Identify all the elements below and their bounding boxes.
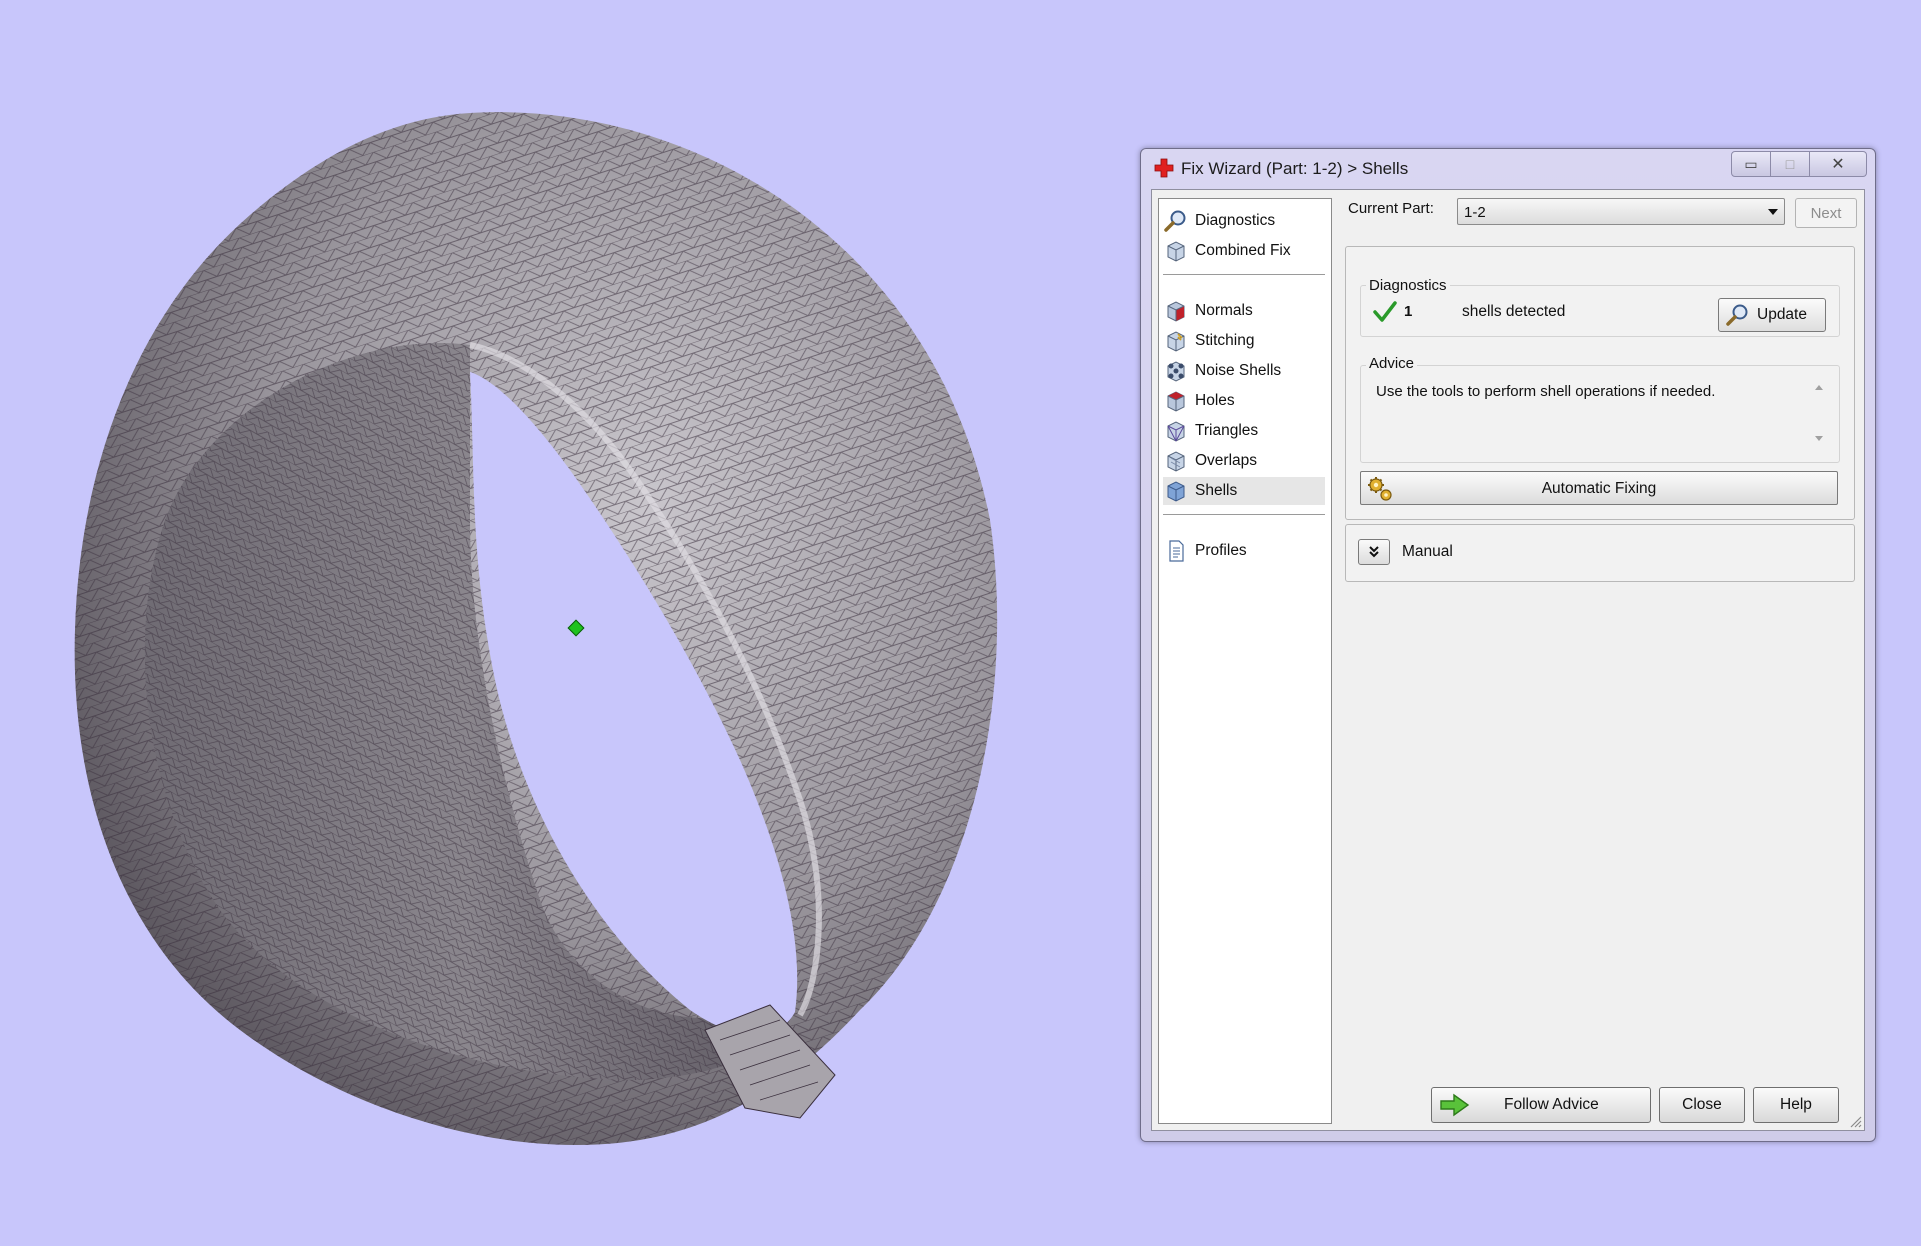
close-button[interactable]: Close	[1659, 1087, 1745, 1123]
minimize-button[interactable]: ▭	[1731, 151, 1771, 177]
current-part-value: 1-2	[1464, 204, 1486, 221]
nav-label-normals: Normals	[1195, 302, 1253, 319]
nav-label-combined-fix: Combined Fix	[1195, 242, 1291, 259]
current-part-select[interactable]: 1-2	[1457, 198, 1785, 225]
nav-item-noise-shells[interactable]: Noise Shells	[1163, 357, 1325, 385]
advice-text: Use the tools to perform shell operation…	[1376, 383, 1716, 400]
maximize-button[interactable]: □	[1771, 151, 1810, 177]
magnifier-icon	[1726, 304, 1748, 326]
advice-scrollbar[interactable]	[1810, 379, 1828, 447]
shell-count: 1	[1404, 303, 1413, 320]
automatic-fixing-button[interactable]: Automatic Fixing	[1360, 471, 1838, 505]
normals-cube-icon	[1167, 301, 1185, 322]
noise-shells-icon	[1167, 361, 1185, 382]
resize-grip-icon[interactable]	[1848, 1114, 1862, 1128]
diagnostics-title: Diagnostics	[1366, 277, 1450, 294]
nav-label-diagnostics: Diagnostics	[1195, 212, 1276, 229]
dropdown-arrow-icon	[1768, 209, 1778, 215]
manual-panel: Manual	[1345, 524, 1855, 582]
next-button[interactable]: Next	[1795, 198, 1857, 228]
nav-item-triangles[interactable]: Triangles	[1163, 417, 1325, 445]
nav-label-noise-shells: Noise Shells	[1195, 362, 1282, 379]
wizard-nav: Diagnostics Combined Fix Normals Stitchi…	[1158, 198, 1332, 1124]
nav-item-profiles[interactable]: Profiles	[1163, 537, 1325, 565]
ring-mesh	[74, 112, 998, 1146]
current-part-label: Current Part:	[1348, 200, 1434, 217]
nav-label-shells: Shells	[1195, 482, 1238, 499]
scroll-up-icon[interactable]	[1815, 385, 1823, 390]
help-button[interactable]: Help	[1753, 1087, 1839, 1123]
nav-item-combined-fix[interactable]: Combined Fix	[1163, 237, 1325, 265]
update-button[interactable]: Update	[1718, 298, 1826, 332]
manual-label: Manual	[1402, 543, 1453, 560]
update-label: Update	[1757, 306, 1807, 323]
nav-label-holes: Holes	[1195, 392, 1235, 409]
advice-group	[1360, 365, 1840, 463]
title-bar[interactable]: Fix Wizard (Part: 1-2) > Shells ▭ □ ✕	[1141, 149, 1875, 189]
document-icon	[1169, 540, 1184, 562]
shells-panel: Diagnostics 1 shells detected Update Adv…	[1345, 246, 1855, 520]
wizard-client-area: Diagnostics Combined Fix Normals Stitchi…	[1151, 189, 1865, 1131]
nav-item-diagnostics[interactable]: Diagnostics	[1163, 207, 1325, 235]
nav-label-overlaps: Overlaps	[1195, 452, 1258, 469]
nav-label-stitching: Stitching	[1195, 332, 1255, 349]
magnifier-icon	[1164, 210, 1186, 232]
window-controls: ▭ □ ✕	[1731, 151, 1867, 177]
shells-detected-text: shells detected	[1462, 303, 1566, 320]
follow-advice-label: Follow Advice	[1504, 1096, 1599, 1113]
stitching-cube-icon	[1167, 331, 1185, 352]
nav-item-overlaps[interactable]: Overlaps	[1163, 447, 1325, 475]
overlaps-cube-icon	[1167, 451, 1185, 472]
advice-title: Advice	[1366, 355, 1418, 372]
checkmark-icon	[1373, 301, 1397, 322]
fix-wizard-window: Fix Wizard (Part: 1-2) > Shells ▭ □ ✕ Di…	[1140, 148, 1876, 1142]
red-cross-icon	[1154, 158, 1174, 178]
manual-expand-button[interactable]	[1358, 539, 1390, 565]
nav-item-stitching[interactable]: Stitching	[1163, 327, 1325, 355]
window-title: Fix Wizard (Part: 1-2) > Shells	[1181, 159, 1409, 178]
nav-label-profiles: Profiles	[1195, 542, 1247, 559]
shells-cube-icon	[1167, 481, 1185, 502]
holes-cube-icon	[1167, 391, 1185, 412]
nav-separator	[1163, 274, 1325, 275]
follow-advice-button[interactable]: Follow Advice	[1431, 1087, 1651, 1123]
cube-icon	[1167, 241, 1185, 262]
triangles-cube-icon	[1167, 421, 1185, 442]
nav-item-holes[interactable]: Holes	[1163, 387, 1325, 415]
close-window-button[interactable]: ✕	[1810, 151, 1867, 177]
double-chevron-down-icon	[1369, 546, 1379, 558]
scroll-down-icon[interactable]	[1815, 436, 1823, 441]
automatic-fixing-label: Automatic Fixing	[1541, 480, 1657, 497]
nav-label-triangles: Triangles	[1195, 422, 1259, 439]
nav-separator	[1163, 514, 1325, 515]
green-arrow-icon	[1440, 1093, 1470, 1117]
nav-item-shells[interactable]: Shells	[1163, 477, 1325, 505]
nav-item-normals[interactable]: Normals	[1163, 297, 1325, 325]
